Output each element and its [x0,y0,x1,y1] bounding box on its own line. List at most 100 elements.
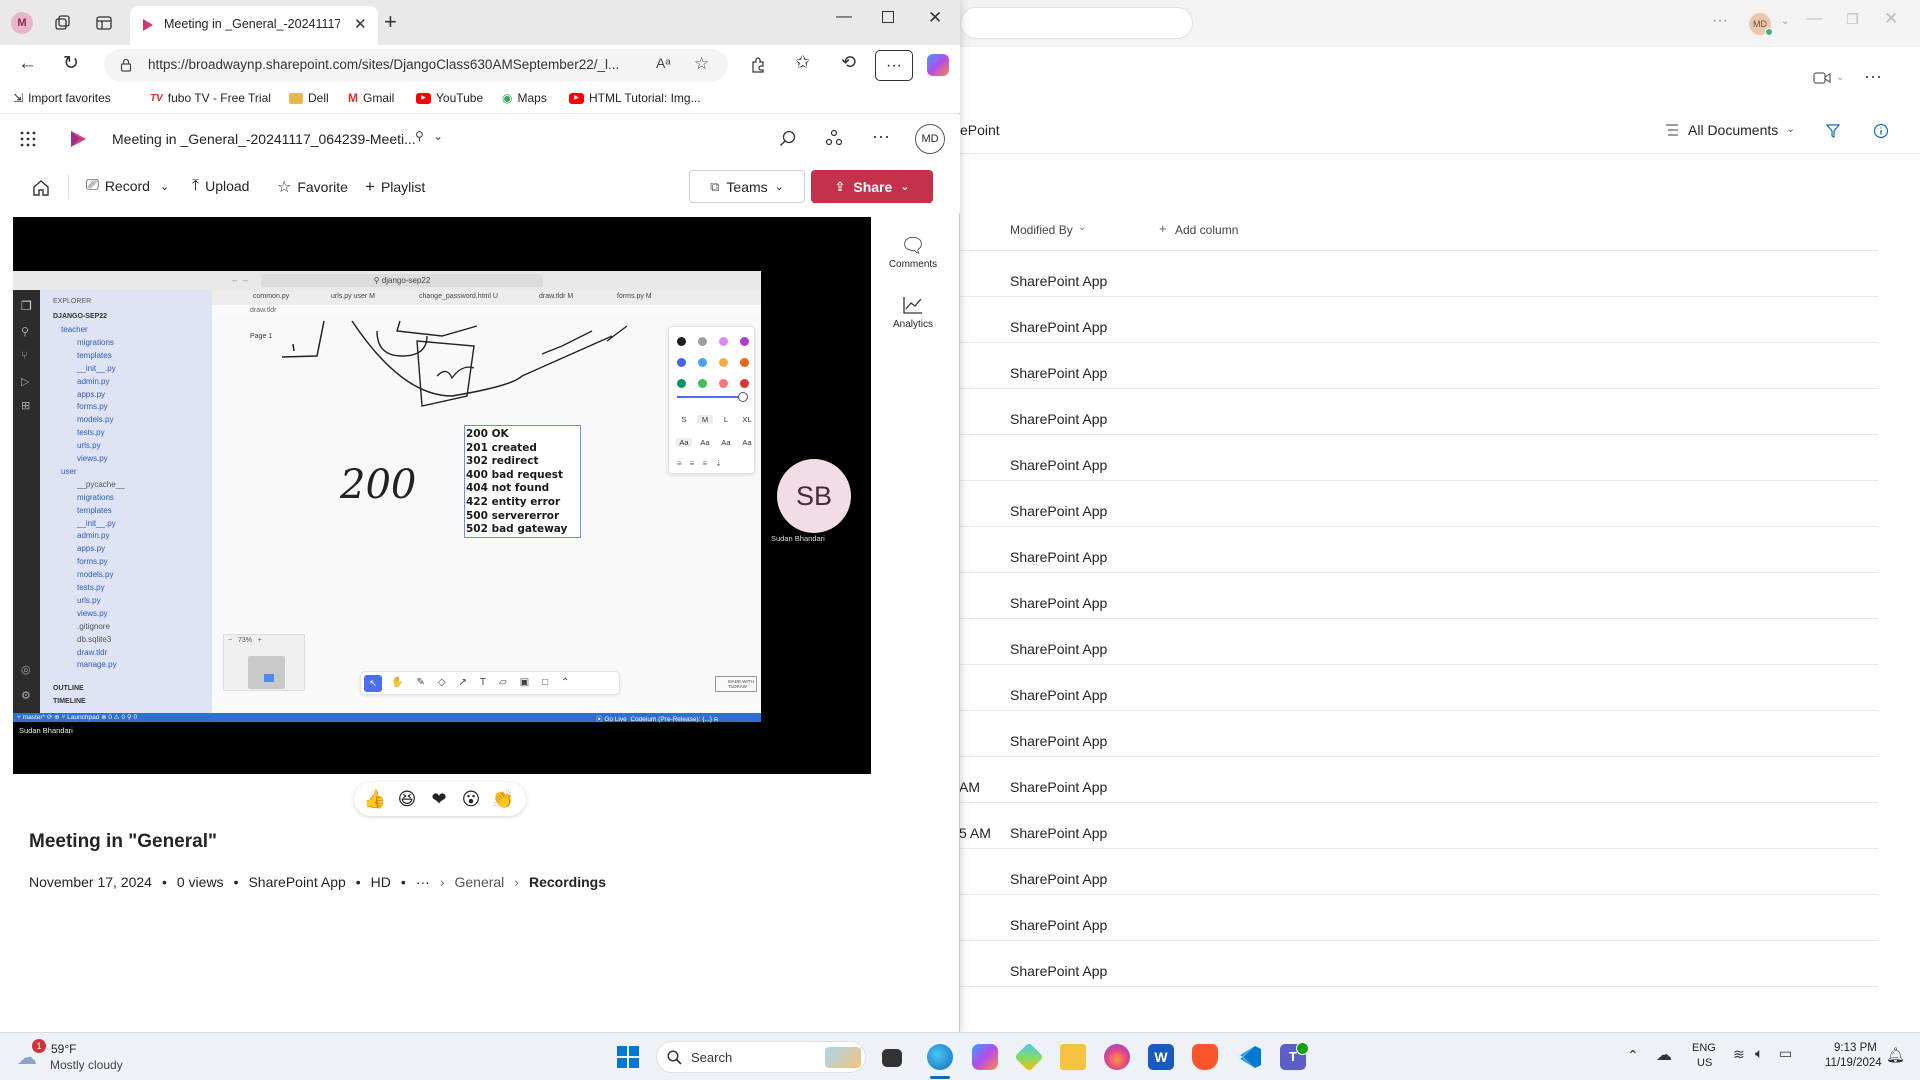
battery-icon[interactable]: ▭ [1779,1045,1792,1062]
copilot-icon[interactable] [927,54,949,76]
extensions-icon[interactable] [749,56,767,74]
close-tab-icon[interactable]: ✕ [354,15,367,33]
word-icon[interactable]: W [1148,1044,1174,1070]
favorite-dell[interactable]: Dell [289,91,329,105]
reaction-button[interactable]: 👍 [360,784,390,814]
more-icon[interactable]: ··· [416,874,430,890]
chevron-down-icon[interactable]: ⌄ [1078,222,1086,233]
url-bar[interactable]: https://broadwaynp.sharepoint.com/sites/… [104,49,728,82]
workspaces-icon[interactable] [54,14,72,32]
row-modified-by[interactable]: SharePoint App [1010,871,1107,887]
copilot-icon[interactable] [972,1044,998,1070]
refresh-icon[interactable]: ↻ [63,52,79,75]
reaction-button[interactable]: 😆 [392,784,422,814]
read-aloud-icon[interactable]: Aᵃ [656,55,671,71]
brave-icon[interactable] [1192,1044,1218,1070]
favorite-button[interactable]: ☆ Favorite [277,177,348,197]
history-icon[interactable]: ⟲ [841,52,856,73]
favorite-youtube[interactable]: ▶ YouTube [416,91,483,105]
view-selector[interactable]: All Documents [1688,122,1778,138]
video-icon[interactable] [1813,70,1831,86]
reaction-button[interactable]: 😮 [456,784,486,814]
reaction-button[interactable]: 👏 [488,784,518,814]
row-modified-by[interactable]: SharePoint App [1010,963,1107,979]
windows-start-icon[interactable] [617,1046,639,1068]
more-icon[interactable]: ··· [872,126,890,147]
notification-bell-icon[interactable]: 🔔︎ [1886,1046,1905,1064]
vertical-tabs-icon[interactable] [95,14,113,32]
chevron-down-icon[interactable]: ⌄ [1836,72,1844,83]
onedrive-offline-icon[interactable]: ☁ [1656,1045,1672,1065]
share-button[interactable]: ⇪ Share ⌄ [811,170,933,203]
url-text[interactable]: https://broadwaynp.sharepoint.com/sites/… [148,57,646,72]
row-modified-by[interactable]: SharePoint App [1010,411,1107,427]
wifi-icon[interactable]: ≋ [1733,1046,1745,1063]
add-column-button[interactable]: Add column [1175,223,1238,237]
tab-active[interactable]: Meeting in _General_-20241117_0 ✕ [130,6,378,45]
favorite-gmail[interactable]: M Gmail [348,91,394,105]
favorite-import[interactable]: ⇲ Import favorites [13,91,111,105]
minimize-icon[interactable]: — [1806,10,1822,28]
file-explorer-icon[interactable] [1060,1044,1086,1070]
close-icon[interactable]: ✕ [928,8,942,28]
plus-icon[interactable]: + [1159,221,1167,236]
row-modified-by[interactable]: SharePoint App [1010,733,1107,749]
new-tab-icon[interactable]: + [384,9,397,35]
stream-logo-icon[interactable] [68,129,88,149]
weather-desc[interactable]: Mostly cloudy [50,1058,123,1072]
favorite-maps[interactable]: ◉ Maps [502,91,547,105]
favorite-fubo[interactable]: TV fubo TV - Free Trial [150,91,271,105]
more-icon[interactable]: ··· [1864,66,1882,87]
chevron-down-icon[interactable]: ⌄ [433,129,443,143]
close-icon[interactable]: ✕ [1884,9,1898,29]
upload-button[interactable]: ⤒ Upload [192,177,249,195]
reaction-button[interactable]: ❤ [424,784,454,814]
taskbar-search[interactable]: Search [656,1041,866,1073]
more-icon[interactable]: ··· [1712,12,1728,30]
row-modified-by[interactable]: SharePoint App [1010,549,1107,565]
maximize-icon[interactable] [882,11,894,23]
language-secondary[interactable]: US [1697,1057,1712,1069]
video-owner[interactable]: SharePoint App [248,874,345,890]
volume-icon[interactable]: 🔈︎ [1755,1045,1763,1062]
chevron-up-icon[interactable]: ⌃ [1627,1047,1639,1064]
home-icon[interactable] [31,178,51,198]
row-modified-by[interactable]: SharePoint App [1010,503,1107,519]
breadcrumb-general[interactable]: General [454,874,504,890]
row-modified-by[interactable]: SharePoint App [1010,273,1107,289]
row-modified-by[interactable]: SharePoint App [1010,457,1107,473]
edge-icon[interactable] [927,1044,953,1070]
modified-by-header[interactable]: Modified By [1010,223,1073,237]
minimize-icon[interactable]: — [836,8,852,26]
row-modified-by[interactable]: SharePoint App [1010,917,1107,933]
user-avatar[interactable]: MD [915,124,945,154]
firefox-icon[interactable] [1104,1044,1130,1070]
filter-icon[interactable] [1826,124,1840,138]
row-modified-by[interactable]: SharePoint App [1010,641,1107,657]
weather-temp[interactable]: 59°F [51,1042,76,1056]
favorite-html-tutorial[interactable]: ▶ HTML Tutorial: Img... [569,91,701,105]
task-view-icon[interactable] [882,1049,902,1067]
people-icon[interactable]: ⚲ [415,129,424,143]
site-name-fragment[interactable]: ePoint [960,122,1000,138]
app-launcher-icon[interactable] [20,131,36,147]
share-network-icon[interactable] [825,129,843,147]
background-address-bar[interactable] [960,7,1193,39]
settings-more-button[interactable]: ··· [875,50,913,81]
row-modified-by[interactable]: SharePoint App [1010,687,1107,703]
row-modified-by[interactable]: SharePoint App [1010,595,1107,611]
row-modified-by[interactable]: SharePoint App [1010,779,1107,795]
gemini-icon[interactable] [1014,1042,1044,1072]
chevron-down-icon[interactable]: ⌄ [1781,16,1789,27]
analytics-button[interactable]: Analytics [876,295,950,330]
clock-date[interactable]: 11/19/2024 [1825,1057,1882,1069]
info-icon[interactable] [1873,123,1889,139]
favorite-star-icon[interactable]: ☆ [694,54,709,74]
row-modified-by[interactable]: SharePoint App [1010,365,1107,381]
back-icon[interactable]: ← [18,53,37,75]
comments-button[interactable]: 🗨 Comments [876,233,950,270]
clock-time[interactable]: 9:13 PM [1834,1042,1877,1054]
playlist-button[interactable]: + Playlist [365,177,425,197]
row-modified-by[interactable]: SharePoint App [1010,825,1107,841]
language-primary[interactable]: ENG [1692,1042,1716,1054]
